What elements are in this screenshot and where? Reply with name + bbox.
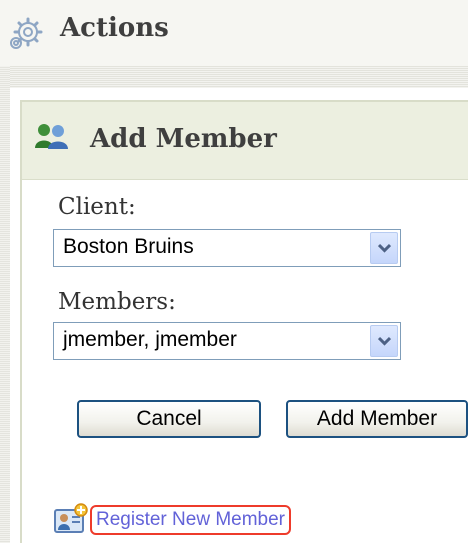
members-select[interactable]: jmember, jmember — [53, 322, 401, 360]
actions-header: Actions — [0, 0, 468, 66]
add-member-panel: Add Member Client: Boston Bruins Members… — [20, 100, 468, 543]
register-new-member: Register New Member — [53, 500, 393, 540]
client-select-value: Boston Bruins — [63, 235, 194, 258]
cancel-button[interactable]: Cancel — [77, 400, 261, 438]
members-dropdown-button[interactable] — [370, 325, 398, 357]
members-label: Members: — [58, 289, 176, 315]
actions-title: Actions — [60, 13, 169, 43]
id-card-icon — [53, 502, 89, 536]
client-select[interactable]: Boston Bruins — [53, 229, 401, 267]
register-new-member-link[interactable]: Register New Member — [90, 505, 291, 535]
panel-header: Add Member — [22, 102, 468, 180]
left-gutter — [0, 0, 10, 543]
gear-icon — [6, 17, 48, 51]
actions-divider — [10, 66, 468, 88]
users-icon — [34, 123, 70, 149]
client-dropdown-button[interactable] — [370, 232, 398, 264]
members-select-value: jmember, jmember — [63, 328, 237, 351]
add-member-button[interactable]: Add Member — [286, 400, 468, 438]
panel-title: Add Member — [90, 124, 277, 154]
client-label: Client: — [58, 194, 136, 220]
page: Actions Add Member Client: Boston Bruins — [0, 0, 468, 543]
